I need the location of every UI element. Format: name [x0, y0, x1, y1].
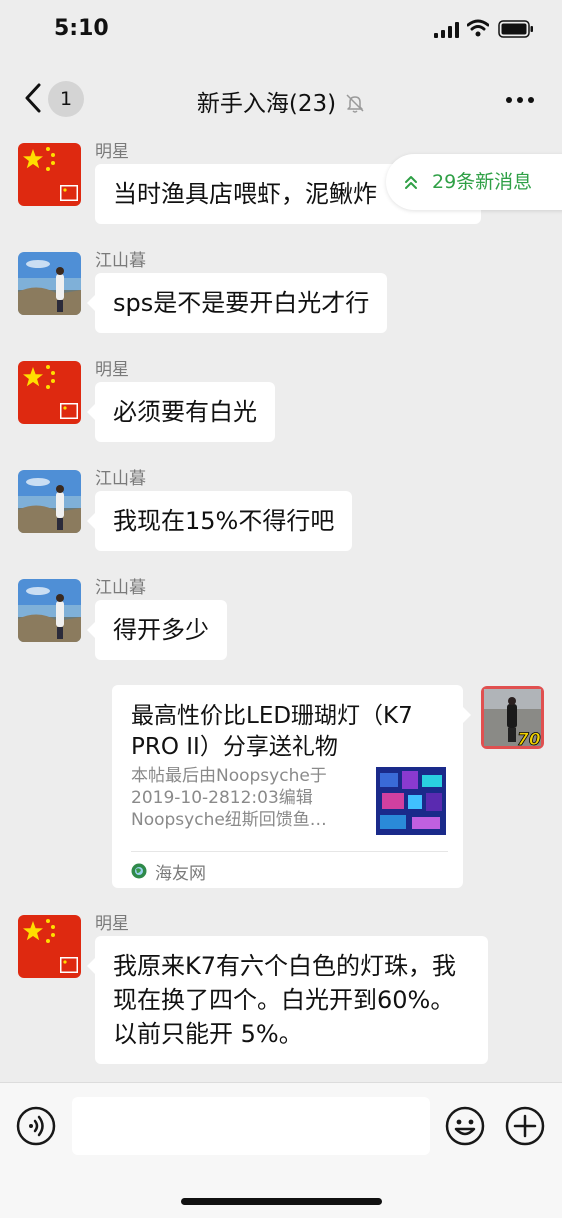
link-card-source: 海友网	[155, 864, 206, 884]
avatar-badge-text: 70	[517, 730, 541, 749]
message-bubble[interactable]: 我原来K7有六个白色的灯珠，我现在换了四个。白光开到60%。以前只能开 5%。	[87, 936, 488, 1064]
mute-bell-icon	[346, 94, 364, 113]
seaside-photo-avatar[interactable]	[18, 579, 81, 642]
battery-icon	[498, 20, 533, 38]
china-flag-avatar[interactable]	[18, 361, 81, 424]
chat-message-list[interactable]: 明星 当时渔具店喂虾，泥鳅炸 江山暮 sps是不是要开白光才行 明星 必须要有白…	[0, 134, 562, 1082]
china-flag-avatar[interactable]	[18, 915, 81, 978]
voice-icon[interactable]	[16, 1106, 56, 1146]
my-avatar[interactable]: 70	[481, 686, 544, 749]
globe-icon	[131, 863, 147, 879]
sender-name: 江山暮	[95, 578, 146, 598]
sender-name: 明星	[95, 914, 129, 934]
divider	[131, 851, 448, 852]
nav-title-wrap: 新手入海(23)	[0, 84, 562, 118]
double-chevron-up-icon	[405, 176, 417, 189]
more-icon[interactable]	[505, 96, 535, 104]
sender-name: 明星	[95, 360, 129, 380]
sender-name: 江山暮	[95, 469, 146, 489]
china-flag-avatar[interactable]	[18, 143, 81, 206]
message-bubble[interactable]: 必须要有白光	[87, 382, 275, 442]
link-card[interactable]: 最高性价比LED珊瑚灯（K7 PRO II）分享送礼物 本帖最后由Noopsyc…	[112, 685, 471, 888]
status-time: 5:10	[54, 16, 109, 41]
message-bubble[interactable]: 我现在15%不得行吧	[86, 491, 353, 551]
sender-name: 明星	[95, 142, 129, 162]
status-bar: 5:10	[0, 0, 562, 62]
message-input[interactable]	[72, 1097, 430, 1155]
seaside-photo-avatar[interactable]	[18, 470, 81, 533]
new-messages-button[interactable]: 29条新消息	[386, 154, 562, 210]
message-bubble[interactable]: 得开多少	[87, 600, 227, 660]
wifi-icon	[467, 19, 489, 37]
link-card-title: 最高性价比LED珊瑚灯（K7 PRO II）分享送礼物	[131, 703, 413, 760]
new-messages-label: 29条新消息	[432, 171, 533, 193]
sender-name: 江山暮	[95, 251, 146, 271]
link-card-description: 本帖最后由Noopsyche于2019-10-2812:03编辑Noopsych…	[131, 766, 327, 830]
seaside-photo-avatar[interactable]	[18, 252, 81, 315]
home-indicator	[181, 1198, 382, 1205]
cellular-signal-icon	[434, 22, 459, 38]
message-bubble[interactable]: sps是不是要开白光才行	[86, 273, 388, 333]
plus-icon[interactable]	[505, 1106, 545, 1146]
coral-tank-thumbnail-image	[376, 767, 446, 835]
emoji-icon[interactable]	[445, 1106, 485, 1146]
chat-title: 新手入海(23)	[196, 91, 337, 117]
chat-nav-bar: 1 新手入海(23)	[0, 62, 562, 134]
